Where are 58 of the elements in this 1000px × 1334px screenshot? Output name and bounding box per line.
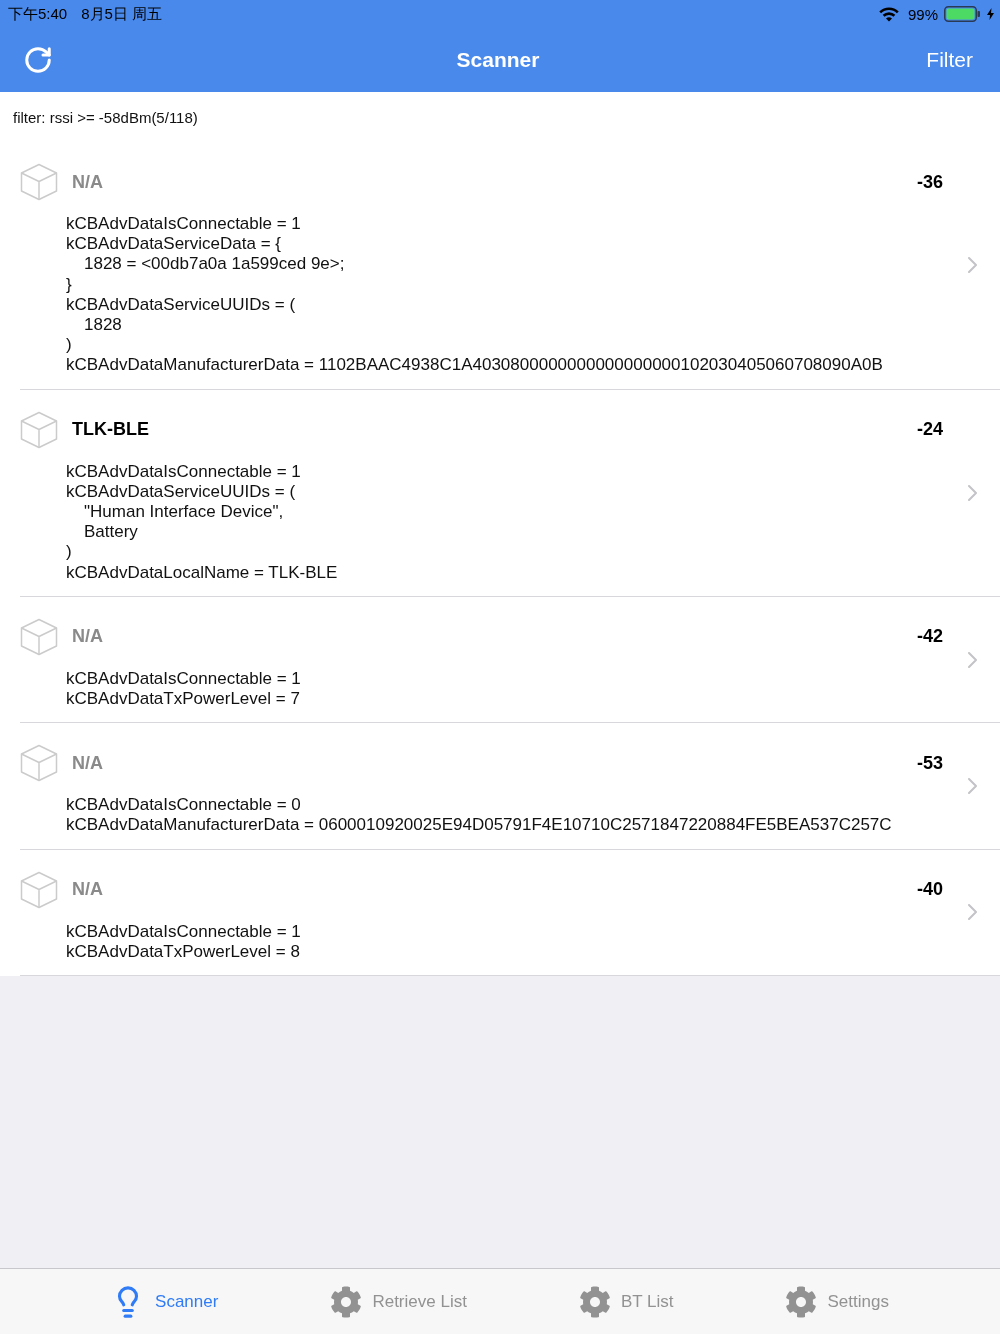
rssi-value: -24 [917,419,943,441]
adv-data-line: } [66,274,72,295]
gear-icon [330,1285,363,1318]
cube-icon [20,617,58,656]
adv-data-line: kCBAdvDataLocalName = TLK-BLE [66,562,338,583]
adv-data-line: kCBAdvDataManufacturerData = 0600010920025E94D05791F4E10710C2571847220884FE5BEA537C257C [66,815,892,836]
battery-icon [944,6,981,22]
adv-data-line: kCBAdvDataServiceUUIDs = ( [66,294,296,315]
refresh-icon [23,45,53,75]
wifi-icon [878,6,899,22]
chevron-right-icon [968,777,977,794]
chevron-right-icon [968,904,977,921]
adv-data-line: "Human Interface Device", [84,502,284,523]
filter-button[interactable]: Filter [926,48,973,72]
nav-title: Scanner [456,48,540,72]
device-name: N/A [72,879,103,901]
cube-icon [20,410,58,449]
device-name: TLK-BLE [72,419,149,441]
adv-data-line: kCBAdvDataIsConnectable = 1 [66,461,301,482]
adv-data-line: ) [66,542,72,563]
status-date: 8月5日 周五 [81,4,163,24]
tab-item[interactable]: Settings [785,1285,889,1318]
rssi-value: -53 [917,752,943,774]
tab-item[interactable]: Scanner [111,1284,219,1319]
adv-data-line: Battery [84,522,138,543]
gear-icon [785,1285,818,1318]
adv-data-line: kCBAdvDataIsConnectable = 1 [66,214,301,235]
tab-item[interactable]: BT List [578,1285,674,1318]
rssi-value: -40 [917,879,943,901]
adv-data-line: kCBAdvDataTxPowerLevel = 7 [66,689,300,710]
tab-item[interactable]: Retrieve List [330,1285,467,1318]
adv-data-line: ) [66,335,72,356]
chevron-right-icon [968,257,977,274]
cube-icon [20,744,58,783]
device-name: N/A [72,171,103,193]
adv-data-line: kCBAdvDataTxPowerLevel = 8 [66,941,300,963]
adv-data-line: kCBAdvDataIsConnectable = 1 [66,921,301,942]
chevron-right-icon [968,484,977,501]
adv-data-line: kCBAdvDataServiceData = { [66,234,281,255]
device-name: N/A [72,626,103,648]
adv-data-line: 1828 [84,315,122,336]
battery-percent: 99% [907,5,938,23]
adv-data-line: 1828 = <00db7a0a 1a599ced 9e>; [84,254,345,275]
device-name: N/A [72,752,103,774]
rssi-value: -42 [917,626,943,648]
cube-icon [20,163,58,201]
status-time: 下午5:40 [8,4,68,24]
charging-bolt-icon [987,8,994,20]
cube-icon [20,870,58,909]
adv-data-line: kCBAdvDataIsConnectable = 0 [66,795,301,816]
adv-data-line: kCBAdvDataServiceUUIDs = ( [66,481,296,503]
adv-data-line: kCBAdvDataManufacturerData = 1102BAAC4938C1A4030800000000000000000102030405060708090A0B [66,355,883,376]
rssi-value: -36 [917,171,943,193]
filter-summary: filter: rssi >= -58dBm(5/118) [13,108,198,126]
chevron-right-icon [968,651,977,668]
gear-icon [578,1285,611,1318]
adv-data-line: kCBAdvDataIsConnectable = 1 [66,668,301,690]
refresh-button[interactable] [23,45,53,75]
